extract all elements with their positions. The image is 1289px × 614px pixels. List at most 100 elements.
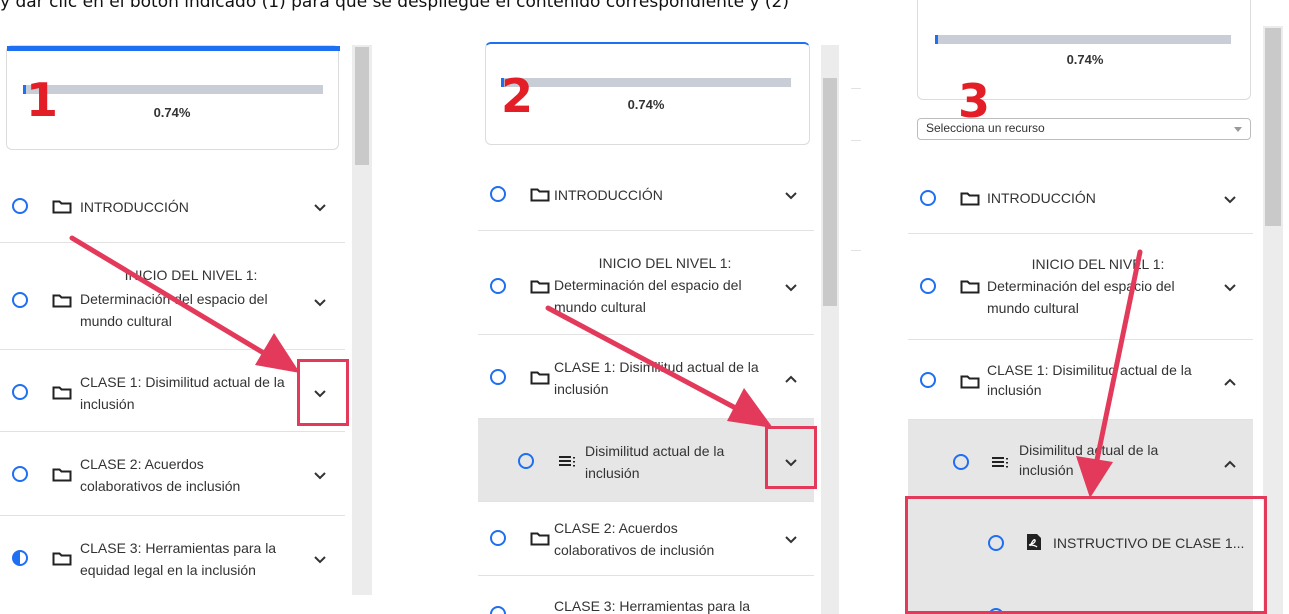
list-item-label-line-2: inclusión xyxy=(80,396,135,412)
list-item-label-line-1: Disimilitud actual de la xyxy=(585,443,725,459)
list-item-clase-3[interactable]: CLASE 3: Herramientas para la xyxy=(478,576,814,614)
circle-status-icon xyxy=(953,454,969,470)
list-item-nivel-1[interactable]: INICIO DEL NIVEL 1: Determinación del es… xyxy=(0,243,345,350)
scrollbar-thumb[interactable] xyxy=(1265,28,1281,226)
panel-step-3: 0.74% 3 Selecciona un recurso INTRODUCCI… xyxy=(903,0,1289,614)
circle-status-icon xyxy=(490,186,506,202)
folder-icon xyxy=(530,188,550,202)
folder-icon xyxy=(530,371,550,385)
circle-status-icon xyxy=(518,453,534,469)
chevron-down-icon[interactable] xyxy=(784,191,798,201)
list-item-label-line-2: inclusión xyxy=(987,382,1042,398)
list-item-clase-1[interactable]: CLASE 1: Disimilitud actual de la inclus… xyxy=(478,335,814,419)
list-item-label-line-2: Determinación del espacio del xyxy=(80,291,268,307)
folder-icon xyxy=(530,280,550,294)
circle-status-icon xyxy=(490,278,506,294)
folder-icon xyxy=(52,294,72,308)
list-item-sub-disimilitud[interactable]: Disimilitud actual de la inclusión xyxy=(478,419,814,502)
circle-status-icon xyxy=(490,369,506,385)
folder-icon xyxy=(52,468,72,482)
progress-card: 0.74% xyxy=(485,42,810,145)
circle-status-icon xyxy=(490,530,506,546)
chevron-down-icon[interactable] xyxy=(784,535,798,545)
list-item-label: INTRODUCCIÓN xyxy=(987,190,1096,206)
list-icon xyxy=(559,456,575,467)
circle-status-icon xyxy=(490,606,506,614)
progress-bar xyxy=(501,78,791,87)
folder-icon xyxy=(530,532,550,546)
list-item-clase-2[interactable]: CLASE 2: Acuerdos colaborativos de inclu… xyxy=(0,432,345,516)
list-item-label-line-1: INICIO DEL NIVEL 1: xyxy=(1031,256,1165,272)
folder-icon xyxy=(960,375,980,389)
list-item-label-line-1: CLASE 1: Disimilitud actual de la xyxy=(987,362,1192,378)
list-item-label-line-2: inclusión xyxy=(585,465,640,481)
chevron-up-icon[interactable] xyxy=(1223,459,1237,469)
list-item-clase-1[interactable]: CLASE 1: Disimilitud actual de la inclus… xyxy=(908,340,1253,420)
folder-icon xyxy=(960,280,980,294)
list-item-clase-1[interactable]: CLASE 1: Disimilitud actual de la inclus… xyxy=(0,350,345,432)
step-number-2: 2 xyxy=(501,69,534,123)
list-item-label-line-2: Determinación del espacio del xyxy=(554,277,742,293)
circle-status-icon xyxy=(920,372,936,388)
chevron-down-icon[interactable] xyxy=(313,471,327,481)
list-item-label-line-2: Determinación del espacio del xyxy=(987,278,1175,294)
chevron-down-icon[interactable] xyxy=(313,203,327,213)
list-item-nivel-1[interactable]: INICIO DEL NIVEL 1: Determinación del es… xyxy=(908,234,1253,340)
highlight-box xyxy=(297,359,349,426)
chevron-down-icon[interactable] xyxy=(784,283,798,293)
course-list: INTRODUCCIÓN INICIO DEL NIVEL 1: Determi… xyxy=(478,153,814,614)
course-list: INTRODUCCIÓN INICIO DEL NIVEL 1: Determi… xyxy=(0,165,345,595)
list-item-introduccion[interactable]: INTRODUCCIÓN xyxy=(0,165,345,243)
folder-icon xyxy=(960,192,980,206)
circle-status-icon xyxy=(920,190,936,206)
list-item-clase-3[interactable]: CLASE 3: Herramientas para la equidad le… xyxy=(0,516,345,595)
chevron-down-icon[interactable] xyxy=(1223,283,1237,293)
folder-icon xyxy=(52,200,72,214)
background-divider xyxy=(851,140,861,141)
chevron-down-icon[interactable] xyxy=(1223,195,1237,205)
folder-icon xyxy=(52,552,72,566)
resource-select-value: Selecciona un recurso xyxy=(926,121,1045,135)
list-item-introduccion[interactable]: INTRODUCCIÓN xyxy=(478,153,814,231)
progress-percent: 0.74% xyxy=(627,97,665,112)
list-item-label: INTRODUCCIÓN xyxy=(554,187,663,203)
list-item-label-line-1: Disimilitud actual de la xyxy=(1019,442,1159,458)
progress-bar-fill xyxy=(935,35,938,44)
list-item-label-line-1: INICIO DEL NIVEL 1: xyxy=(124,267,258,283)
circle-status-icon xyxy=(12,198,28,214)
background-divider xyxy=(851,250,861,251)
step-number-1: 1 xyxy=(26,73,59,127)
list-item-label-line-2: equidad legal en la inclusión xyxy=(80,562,256,578)
circle-status-icon xyxy=(12,466,28,482)
scrollbar-thumb[interactable] xyxy=(355,47,369,165)
list-item-label-line-1: CLASE 1: Disimilitud actual de la xyxy=(554,359,759,375)
half-circle-status-icon xyxy=(12,550,28,566)
chevron-up-icon[interactable] xyxy=(1223,377,1237,387)
list-item-sub-disimilitud[interactable]: Disimilitud actual de la inclusión xyxy=(908,420,1253,498)
circle-status-icon xyxy=(12,384,28,400)
panel-step-1: 0.74% 1 INTRODUCCIÓN INICIO DEL NIVEL 1:… xyxy=(0,0,375,614)
list-item-label-line-2: colaborativos de inclusión xyxy=(554,542,715,558)
resource-select[interactable]: Selecciona un recurso xyxy=(917,118,1251,140)
chevron-down-icon[interactable] xyxy=(313,298,327,308)
folder-icon xyxy=(52,386,72,400)
list-item-introduccion[interactable]: INTRODUCCIÓN xyxy=(908,150,1253,234)
list-item-clase-2[interactable]: CLASE 2: Acuerdos colaborativos de inclu… xyxy=(478,502,814,576)
list-item-label-line-3: mundo cultural xyxy=(80,313,172,329)
chevron-down-icon[interactable] xyxy=(313,555,327,565)
panel-step-2: 0.74% 2 INTRODUCCIÓN INICIO DEL NIVEL 1:… xyxy=(473,0,880,614)
list-icon xyxy=(992,457,1008,468)
list-item-label-line-3: mundo cultural xyxy=(554,299,646,315)
progress-bar xyxy=(23,85,323,94)
list-item-label-line-2: inclusión xyxy=(554,381,609,397)
progress-card-top-border xyxy=(7,46,340,51)
background-divider xyxy=(851,88,861,89)
list-item-label-line-2: inclusión xyxy=(1019,462,1074,478)
scrollbar-thumb[interactable] xyxy=(823,78,837,306)
circle-status-icon xyxy=(12,292,28,308)
chevron-up-icon[interactable] xyxy=(784,374,798,384)
caret-down-icon xyxy=(1234,127,1242,132)
list-item-nivel-1[interactable]: INICIO DEL NIVEL 1: Determinación del es… xyxy=(478,231,814,335)
progress-percent: 0.74% xyxy=(1066,52,1104,67)
highlight-box xyxy=(765,426,817,489)
